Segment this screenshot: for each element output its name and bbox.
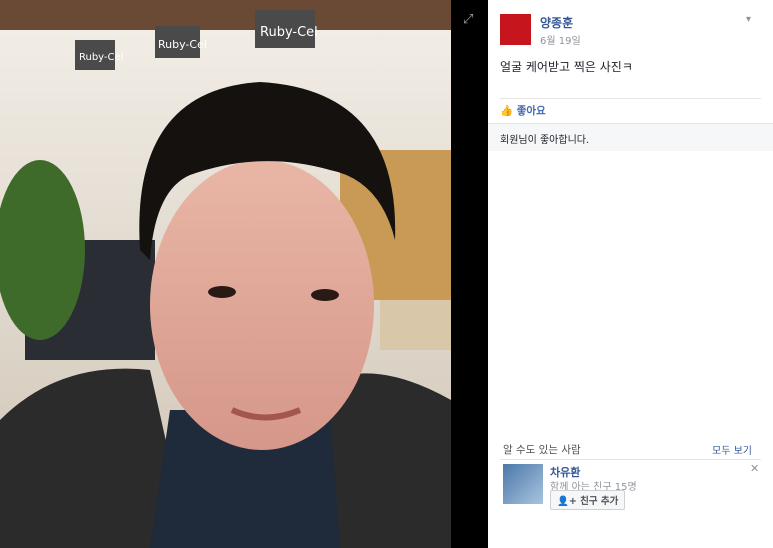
close-icon[interactable]: ✕ <box>750 462 759 475</box>
like-icon: 👍 <box>500 105 514 117</box>
friend-avatar[interactable] <box>503 464 543 504</box>
post-date[interactable]: 6월 19일 <box>540 32 581 47</box>
selfie-illustration: Ruby-Cel Ruby-Cel Ruby-Cel <box>0 0 451 548</box>
see-all-link[interactable]: 모두 보기 <box>712 442 752 457</box>
likes-text[interactable]: 회원님이 좋아합니다. <box>500 131 589 146</box>
like-button[interactable]: 👍 좋아요 <box>500 103 546 118</box>
like-label: 좋아요 <box>516 105 546 117</box>
photo[interactable]: Ruby-Cel Ruby-Cel Ruby-Cel <box>0 0 451 548</box>
expand-icon[interactable]: ⤢ <box>463 12 473 27</box>
add-friend-icon: 👤+ <box>557 496 577 507</box>
divider <box>500 98 761 99</box>
sign-3-text: Ruby-Cel <box>260 25 318 40</box>
chevron-down-icon[interactable]: ▾ <box>746 14 751 25</box>
likes-summary: 회원님이 좋아합니다. <box>488 123 773 151</box>
sign-1-text: Ruby-Cel <box>79 52 123 63</box>
add-friend-button[interactable]: 👤+ 친구 추가 <box>550 490 626 510</box>
pymk-title: 알 수도 있는 사람 <box>503 444 581 456</box>
divider <box>500 459 761 460</box>
face <box>150 160 374 450</box>
post-sidebar: 양종훈 6월 19일 ▾ 얼굴 케어받고 찍은 사진ㅋ 👍 좋아요 회원님이 좋… <box>488 0 773 548</box>
add-friend-label: 친구 추가 <box>580 496 619 507</box>
photo-viewer: Ruby-Cel Ruby-Cel Ruby-Cel ⤢ <box>0 0 488 548</box>
sign-2-text: Ruby-Cel <box>158 38 207 51</box>
post-caption: 얼굴 케어받고 찍은 사진ㅋ <box>500 60 633 74</box>
author-avatar[interactable] <box>500 14 531 45</box>
author-name[interactable]: 양종훈 <box>540 14 573 31</box>
